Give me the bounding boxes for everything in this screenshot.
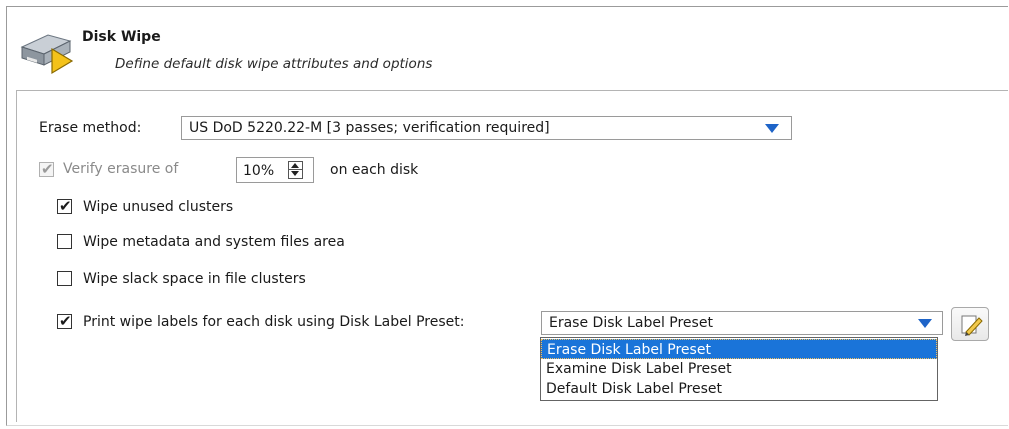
verify-erasure-checkbox[interactable]: ✔ [39, 160, 54, 178]
wipe-slack-space-checkbox[interactable] [57, 271, 72, 286]
print-labels-checkbox[interactable]: ✔ [57, 312, 72, 330]
disk-label-preset-select[interactable]: Erase Disk Label Preset [541, 311, 943, 335]
dropdown-option-default[interactable]: Default Disk Label Preset [541, 379, 937, 399]
checkmark-icon: ✔ [59, 197, 72, 215]
wipe-metadata-label: Wipe metadata and system files area [83, 234, 345, 250]
spinner-down-icon[interactable] [291, 171, 299, 176]
edit-preset-button[interactable] [951, 307, 989, 341]
spinner-up-icon[interactable] [291, 163, 299, 168]
disk-wipe-icon [20, 34, 74, 75]
chevron-down-icon[interactable] [765, 124, 779, 133]
wipe-metadata-checkbox[interactable] [57, 234, 72, 249]
dropdown-option-examine[interactable]: Examine Disk Label Preset [541, 359, 937, 379]
page-subtitle: Define default disk wipe attributes and … [115, 56, 433, 72]
checkmark-icon: ✔ [59, 312, 72, 330]
edit-pencil-icon [961, 315, 983, 336]
verify-suffix-label: on each disk [330, 162, 419, 178]
verify-erasure-label: Verify erasure of [63, 161, 179, 177]
dropdown-option-erase[interactable]: Erase Disk Label Preset [541, 339, 937, 359]
erase-method-label: Erase method: [39, 120, 142, 136]
disk-label-preset-dropdown: Erase Disk Label Preset Examine Disk Lab… [540, 337, 938, 401]
erase-method-select[interactable]: US DoD 5220.22-M [3 passes; verification… [181, 116, 792, 140]
verify-percent-spinner[interactable]: 10% [236, 157, 314, 183]
wipe-unused-clusters-checkbox[interactable]: ✔ [57, 197, 72, 215]
chevron-down-icon[interactable] [918, 319, 932, 328]
spinner-divider [289, 169, 302, 170]
page-title: Disk Wipe [82, 29, 161, 45]
wipe-unused-clusters-label: Wipe unused clusters [83, 199, 234, 215]
wipe-slack-space-label: Wipe slack space in file clusters [83, 271, 306, 287]
erase-method-value: US DoD 5220.22-M [3 passes; verification… [189, 120, 550, 136]
disk-label-preset-value: Erase Disk Label Preset [549, 315, 713, 331]
print-labels-label: Print wipe labels for each disk using Di… [83, 314, 465, 330]
spinner-buttons[interactable] [288, 161, 303, 179]
checkmark-icon: ✔ [41, 160, 54, 178]
verify-percent-value: 10% [243, 163, 275, 179]
